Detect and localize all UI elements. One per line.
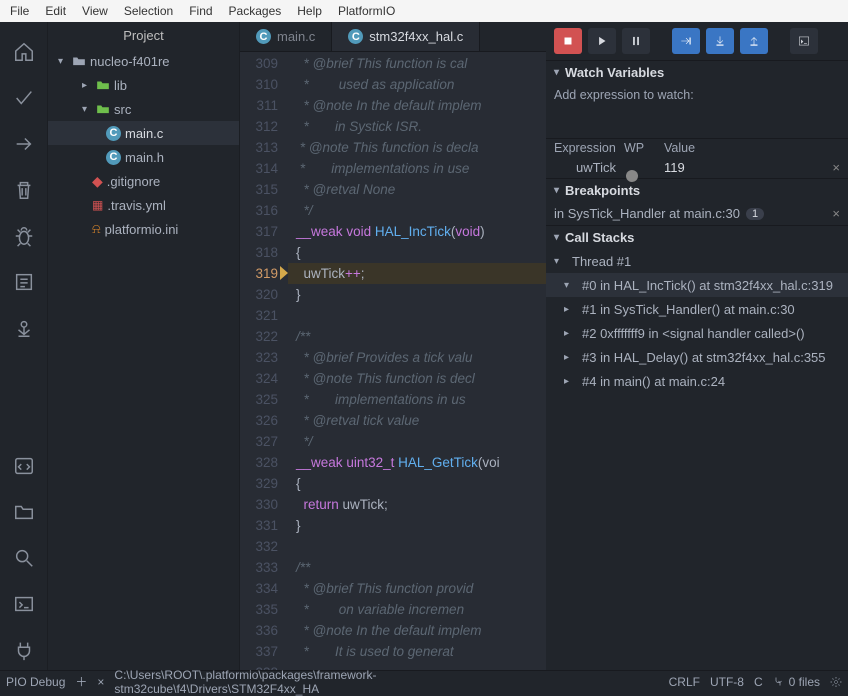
- search-icon[interactable]: [0, 538, 47, 578]
- menu-file[interactable]: File: [4, 2, 35, 20]
- status-mode[interactable]: PIO Debug: [6, 675, 65, 689]
- thread-row[interactable]: ▾Thread #1: [546, 249, 848, 273]
- tab-halc[interactable]: C stm32f4xx_hal.c: [332, 22, 480, 51]
- step-over-button[interactable]: [672, 28, 700, 54]
- sidebar: Project ▾ nucleo-f401re ▸ lib ▾ src C ma…: [48, 22, 240, 670]
- pio-icon: ⍾: [92, 221, 101, 237]
- step-out-button[interactable]: [740, 28, 768, 54]
- folder-icon[interactable]: [0, 492, 47, 532]
- debug-toolbar: [546, 22, 848, 60]
- status-path: C:\Users\ROOT\.platformio\packages\frame…: [114, 668, 564, 696]
- terminal-icon[interactable]: [0, 584, 47, 624]
- stack-frame[interactable]: ▸#1 in SysTick_Handler() at main.c:30: [546, 297, 848, 321]
- tree-mainc[interactable]: C main.c: [48, 121, 239, 145]
- menubar: File Edit View Selection Find Packages H…: [0, 0, 848, 22]
- tree-mainh[interactable]: C main.h: [48, 145, 239, 169]
- bug-icon[interactable]: [0, 216, 47, 256]
- c-file-icon: C: [106, 150, 121, 165]
- menu-selection[interactable]: Selection: [118, 2, 179, 20]
- menu-packages[interactable]: Packages: [223, 2, 288, 20]
- code-icon[interactable]: [0, 446, 47, 486]
- settings-icon[interactable]: [830, 676, 842, 688]
- tree-root-label: nucleo-f401re: [90, 54, 170, 69]
- git-icon: ◆: [92, 173, 103, 190]
- watch-section[interactable]: ▾Watch Variables: [546, 60, 848, 84]
- menu-edit[interactable]: Edit: [39, 2, 72, 20]
- stop-button[interactable]: [554, 28, 582, 54]
- status-encoding[interactable]: UTF-8: [710, 675, 744, 689]
- trash-icon[interactable]: [0, 170, 47, 210]
- menu-view[interactable]: View: [76, 2, 114, 20]
- editor: C main.c C stm32f4xx_hal.c 3093103113123…: [240, 22, 546, 670]
- code-view[interactable]: 3093103113123133143153163173183193203213…: [240, 52, 546, 670]
- stack-frame[interactable]: ▾#0 in HAL_IncTick() at stm32f4xx_hal.c:…: [546, 273, 848, 297]
- watch-value: 119: [664, 160, 832, 175]
- watch-add-field[interactable]: Add expression to watch:: [546, 84, 848, 108]
- status-bar: PIO Debug ＋ × C:\Users\ROOT\.platformio\…: [0, 670, 848, 692]
- arrow-right-icon[interactable]: [0, 124, 47, 164]
- stack-frame[interactable]: ▸#3 in HAL_Delay() at stm32f4xx_hal.c:35…: [546, 345, 848, 369]
- c-file-icon: C: [106, 126, 121, 141]
- sidebar-title: Project: [48, 22, 239, 49]
- tree-root[interactable]: ▾ nucleo-f401re: [48, 49, 239, 73]
- tab-bar: C main.c C stm32f4xx_hal.c: [240, 22, 546, 52]
- close-icon[interactable]: ×: [832, 160, 840, 175]
- yml-file-icon: ▦: [92, 198, 103, 212]
- watch-name: uwTick: [554, 160, 624, 175]
- menu-platformio[interactable]: PlatformIO: [332, 2, 401, 20]
- status-plus-icon[interactable]: ＋: [75, 673, 87, 690]
- menu-find[interactable]: Find: [183, 2, 218, 20]
- tab-mainc[interactable]: C main.c: [240, 22, 332, 51]
- breakpoints-section[interactable]: ▾Breakpoints: [546, 178, 848, 202]
- c-file-icon: C: [348, 29, 363, 44]
- tree-pio[interactable]: ⍾ platformio.ini: [48, 217, 239, 241]
- status-eol[interactable]: CRLF: [669, 675, 700, 689]
- status-lang[interactable]: C: [754, 675, 763, 689]
- watch-headers: ExpressionWPValue: [546, 138, 848, 157]
- status-git-icon[interactable]: 0 files: [773, 675, 820, 689]
- tree-lib[interactable]: ▸ lib: [48, 73, 239, 97]
- stack-frame[interactable]: ▸#4 in main() at main.c:24: [546, 369, 848, 393]
- watch-row[interactable]: uwTick 119 ×: [546, 157, 848, 178]
- breakpoint-row[interactable]: in SysTick_Handler at main.c:30 1 ×: [546, 202, 848, 225]
- continue-button[interactable]: [588, 28, 616, 54]
- status-close-icon[interactable]: ×: [97, 675, 104, 689]
- close-icon[interactable]: ×: [832, 206, 840, 221]
- plug-icon[interactable]: [0, 630, 47, 670]
- tree-travis[interactable]: ▦ .travis.yml: [48, 193, 239, 217]
- stack-frame[interactable]: ▸#2 0xfffffff9 in <signal handler called…: [546, 321, 848, 345]
- check-icon[interactable]: [0, 78, 47, 118]
- c-file-icon: C: [256, 29, 271, 44]
- tasks-icon[interactable]: [0, 262, 47, 302]
- console-button[interactable]: [790, 28, 818, 54]
- tree-gitignore[interactable]: ◆ .gitignore: [48, 169, 239, 193]
- activity-bar: [0, 22, 48, 670]
- debug-icon[interactable]: [0, 308, 47, 348]
- tree-src[interactable]: ▾ src: [48, 97, 239, 121]
- bp-count-badge: 1: [746, 208, 764, 220]
- callstack-section[interactable]: ▾Call Stacks: [546, 225, 848, 249]
- pause-button[interactable]: [622, 28, 650, 54]
- debug-panel: ▾Watch Variables Add expression to watch…: [546, 22, 848, 670]
- step-into-button[interactable]: [706, 28, 734, 54]
- home-icon[interactable]: [0, 32, 47, 72]
- menu-help[interactable]: Help: [291, 2, 328, 20]
